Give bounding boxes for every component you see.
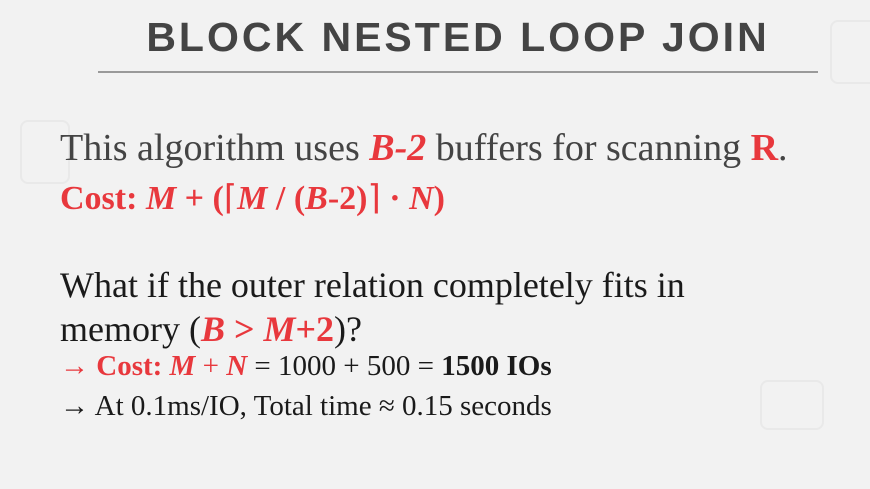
formula-minus2: -2) [327, 180, 368, 217]
cost-label: Cost: [96, 350, 170, 382]
question-line: What if the outer relation completely fi… [60, 265, 685, 305]
memory-prefix: memory ( [60, 309, 201, 349]
cost-formula: Cost: M + (⌈M / (B-2)⌉ · N) [60, 178, 445, 218]
ceil-left: ⌈ [223, 180, 238, 217]
ceil-right: ⌉ [367, 180, 381, 217]
cost-plus: + [195, 350, 227, 382]
memory-condition-line: memory (B > M+2)? [60, 308, 362, 350]
cost-calculation: = 1000 + 500 = [247, 350, 442, 382]
title-divider [98, 71, 818, 73]
outer-relation: R [750, 127, 779, 169]
buffer-count: B-2 [369, 127, 427, 169]
formula-div: / ( [267, 180, 306, 217]
time-estimate-text: At 0.1ms/IO, Total time ≈ 0.15 seconds [94, 390, 552, 422]
formula-plus: + ( [176, 180, 224, 217]
var-b: B [200, 309, 225, 349]
arrow-icon: → [60, 350, 97, 382]
arrow-icon: → [60, 390, 95, 422]
var-n: N [226, 350, 248, 382]
var-m: M [263, 309, 296, 349]
buffer-usage-suffix: . [778, 127, 788, 169]
cost-label: Cost: [60, 180, 146, 217]
time-estimate-line: → At 0.1ms/IO, Total time ≈ 0.15 seconds [60, 390, 552, 423]
formula-close: ) [433, 180, 445, 217]
io-cost-line: → Cost: M + N = 1000 + 500 = 1500 IOs [60, 350, 552, 383]
background-decoration [830, 20, 870, 84]
buffer-usage-line: This algorithm uses B-2 buffers for scan… [60, 126, 788, 170]
var-m: M [237, 180, 268, 217]
greater-than: > [224, 309, 264, 349]
buffer-usage-prefix: This algorithm uses [60, 127, 370, 169]
plus-two: +2 [295, 309, 335, 349]
background-decoration [760, 380, 824, 430]
formula-dot: · [380, 180, 410, 217]
slide-title: BLOCK NESTED LOOP JOIN [146, 14, 770, 60]
buffer-usage-middle: buffers for scanning [426, 127, 751, 169]
var-n: N [409, 180, 434, 217]
var-m: M [169, 350, 196, 382]
memory-suffix: )? [334, 309, 362, 349]
var-b: B [305, 180, 328, 217]
cost-result: 1500 IOs [441, 350, 552, 382]
var-m: M [145, 180, 177, 217]
